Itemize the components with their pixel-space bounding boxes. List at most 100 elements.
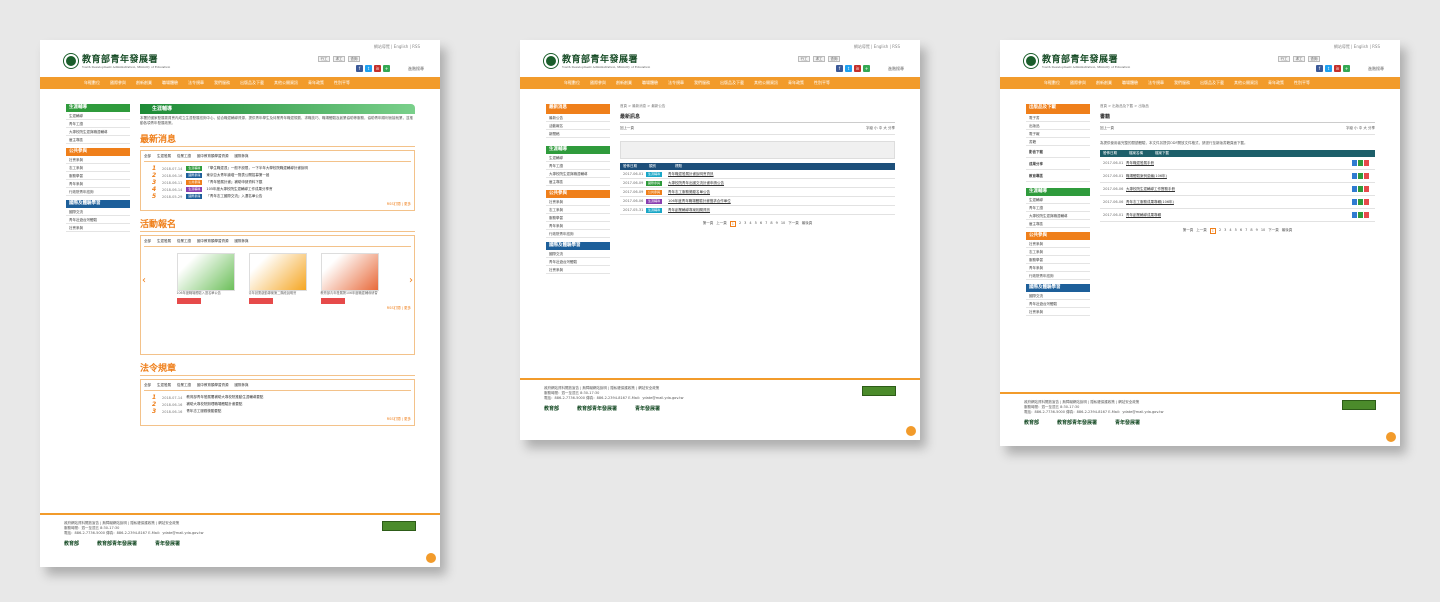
sidebar-item[interactable]: 新聞稿	[546, 130, 610, 138]
sidebar-group-title[interactable]: 公共參與	[546, 190, 610, 198]
back-to-top-button[interactable]	[906, 426, 916, 436]
footer-logo[interactable]: 青年發展署	[635, 405, 660, 412]
row-file-link[interactable]: 職場體驗案例彙編(106年)	[1126, 174, 1167, 179]
file-download-icon[interactable]	[1352, 199, 1357, 205]
social-icon[interactable]: +	[1343, 65, 1350, 72]
back-link[interactable]: 回上一頁	[1100, 126, 1114, 131]
sidebar-item[interactable]: 社會參與	[546, 198, 610, 206]
tool-button[interactable]: 行工	[318, 56, 330, 62]
news-more-link[interactable]: RSS訂閱 | 更多	[144, 202, 411, 207]
row-file-link[interactable]: 青年創業輔導成果專輯	[1126, 213, 1161, 218]
nav-item[interactable]: 職場體驗	[1122, 80, 1138, 86]
event-register-button[interactable]	[320, 297, 345, 304]
row-file-link[interactable]: 青年職涯發展手冊	[1126, 161, 1154, 166]
news-item[interactable]: 2 2018-06-16 國際參與 東京亞太青年論壇一覽表公開招募第一屆	[152, 172, 411, 179]
sidebar-group-title[interactable]: 國際及體驗學習	[66, 200, 130, 208]
sidebar-item[interactable]: 生涯輔導	[546, 154, 610, 162]
sidebar-item[interactable]: 青年壯遊台灣體驗	[66, 216, 130, 224]
file-download-icon[interactable]	[1364, 186, 1369, 192]
pager-link[interactable]: 1	[1209, 228, 1216, 234]
pager-link[interactable]: 下一頁	[788, 221, 799, 227]
search-filter[interactable]	[620, 141, 895, 159]
tab-item[interactable]: 國際參與	[235, 239, 249, 244]
nav-item[interactable]: 青年政策	[788, 80, 804, 86]
tab-item[interactable]: 從業工讀	[177, 154, 191, 159]
tool-button[interactable]: 行工	[798, 56, 810, 62]
advanced-search-link[interactable]: 進階搜尋	[1368, 66, 1384, 72]
law-item[interactable]: 2 2018-06-16 補助大專校院辦理職場體驗計畫要點	[152, 401, 411, 408]
nav-item[interactable]: 年輕數位	[564, 80, 580, 86]
file-download-icon[interactable]	[1358, 160, 1363, 166]
pager-link[interactable]: 3	[744, 221, 746, 227]
pager-link[interactable]: 第一頁	[1183, 228, 1194, 234]
law-title[interactable]: 補助大專校院辦理職場體驗計畫要點	[186, 402, 242, 407]
nav-item[interactable]: 國際參與	[590, 80, 606, 86]
pager-link[interactable]: 4	[749, 221, 751, 227]
table-row[interactable]: 2017-06-01 職場體驗案例彙編(106年)	[1100, 170, 1375, 183]
carousel-next-icon[interactable]: ›	[409, 275, 413, 286]
table-row[interactable]: 2017-06-09 國際參與 大專校院青年出國交流計畫申請公告	[620, 179, 895, 188]
file-download-icon[interactable]	[1364, 160, 1369, 166]
event-poster[interactable]	[176, 253, 235, 291]
table-row[interactable]: 2017-06-09 公共參與 青年志工服務獎勵名單公告	[620, 188, 895, 197]
tab-item[interactable]: 國中教育類學習資源	[197, 154, 229, 159]
pager-link[interactable]: 9	[1256, 228, 1258, 234]
news-headline[interactable]: 105年度大專校院生涯輔導工作成果分享會	[206, 187, 272, 192]
nav-item[interactable]: 性別平等	[814, 80, 830, 86]
sidebar-item[interactable]: 青年工讀	[546, 162, 610, 170]
sidebar-item[interactable]: 雇主專區	[66, 136, 130, 144]
sidebar-item[interactable]: 青年參與	[66, 180, 130, 188]
footer-logo[interactable]: 教育部青年發展署	[577, 405, 617, 412]
pager-link[interactable]: 7	[1245, 228, 1247, 234]
sidebar-item[interactable]: 服務學習	[546, 214, 610, 222]
site-logo[interactable]: 教育部青年發展署 Youth Development Administration…	[64, 52, 170, 69]
pager-link[interactable]: 8	[770, 221, 772, 227]
sidebar-item[interactable]: 青年壯遊台灣體驗	[1026, 300, 1090, 308]
social-icon[interactable]: f	[356, 65, 363, 72]
accessibility-badge[interactable]	[862, 386, 896, 396]
event-card[interactable]: 教育部青年發展署106年度職涯輔導研習	[320, 253, 379, 304]
news-headline[interactable]: 東京亞太青年論壇一覽表公開招募第一屆	[206, 173, 269, 178]
news-item[interactable]: 3 2018-06-11 公共參與 「青年發展計畫」補助申請資料下載	[152, 179, 411, 186]
sidebar-item[interactable]: 大專校院生涯與職涯輔導	[546, 170, 610, 178]
row-file-link[interactable]: 青年志工服務成果專輯(106年)	[1126, 200, 1174, 205]
sidebar-item[interactable]: 社會參與	[66, 224, 130, 232]
event-title[interactable]: 教育部青年發展署106年度職涯輔導研習	[321, 291, 379, 296]
sidebar-item[interactable]: 志工參與	[546, 206, 610, 214]
law-title[interactable]: 教育部青年發展署補助大專校院推動生涯輔導要點	[186, 395, 263, 400]
event-register-button[interactable]	[248, 297, 273, 304]
news-headline[interactable]: 「青年發展計畫」補助申請資料下載	[206, 180, 262, 185]
table-row[interactable]: 2017-06-06 生涯輔導 106年度青年職場體驗計畫徵求合作單位	[620, 197, 895, 206]
sidebar-item[interactable]: 大專校院生涯與職涯輔導	[66, 128, 130, 136]
tool-button[interactable]: 求工	[333, 56, 345, 62]
footer-logo[interactable]: 青年發展署	[155, 540, 180, 547]
pager-link[interactable]: 1	[729, 221, 736, 227]
event-register-button[interactable]	[176, 297, 201, 304]
social-icon[interactable]: t	[845, 65, 852, 72]
pager-link[interactable]: 7	[765, 221, 767, 227]
nav-item[interactable]: 其他公開資訊	[754, 80, 778, 86]
sidebar-item[interactable]: 社會參與	[546, 266, 610, 274]
social-icon[interactable]: t	[1325, 65, 1332, 72]
pager-link[interactable]: 6	[1240, 228, 1242, 234]
pager-link[interactable]: 最後頁	[1282, 228, 1293, 234]
file-download-icon[interactable]	[1358, 173, 1363, 179]
footer-logo[interactable]: 教育部	[544, 405, 559, 412]
table-row[interactable]: 2017-06-01 青年職涯發展手冊	[1100, 157, 1375, 170]
event-card[interactable]: 106年度職場體驗入選名單公告	[176, 253, 235, 304]
nav-item[interactable]: 職場體驗	[642, 80, 658, 86]
footer-logo[interactable]: 教育部青年發展署	[1057, 419, 1097, 426]
nav-item[interactable]: 法令規章	[1148, 80, 1164, 86]
tab-item[interactable]: 生涯發展	[157, 154, 171, 159]
event-title[interactable]: 106年度職場體驗入選名單公告	[177, 291, 235, 296]
footer-logo[interactable]: 教育部	[1024, 419, 1039, 426]
sidebar-item[interactable]: 服務學習	[66, 172, 130, 180]
file-download-icon[interactable]	[1364, 212, 1369, 218]
pager-link[interactable]: 最後頁	[802, 221, 813, 227]
event-poster[interactable]	[248, 253, 307, 291]
tab-item[interactable]: 國際參與	[235, 383, 249, 388]
tool-button[interactable]: 行工	[1278, 56, 1290, 62]
news-item[interactable]: 4 2018-06-14 生涯輔導 105年度大專校院生涯輔導工作成果分享會	[152, 186, 411, 193]
sidebar-item[interactable]: 國際交流	[546, 250, 610, 258]
pager-link[interactable]: 5	[755, 221, 757, 227]
